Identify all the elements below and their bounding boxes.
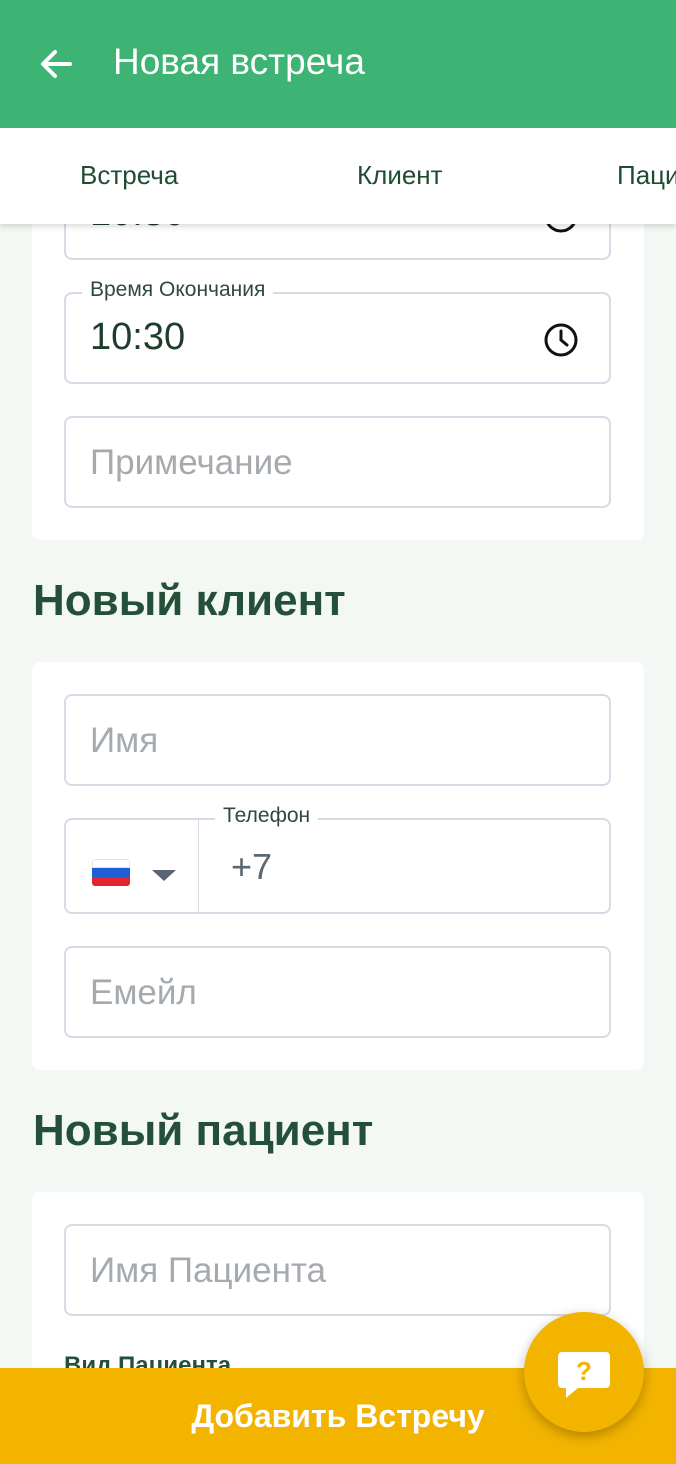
end-time-field[interactable]: Время Окончания 10:30 <box>64 278 611 384</box>
end-time-label: Время Окончания <box>82 278 274 302</box>
client-name-placeholder: Имя <box>90 721 159 760</box>
client-card: Имя Телефон +7 Емейл <box>32 662 644 1070</box>
tab-client[interactable]: Клиент <box>357 160 443 191</box>
note-placeholder: Примечание <box>90 443 293 482</box>
tab-appointment[interactable]: Встреча <box>80 160 178 191</box>
phone-label: Телефон <box>215 804 319 828</box>
email-field[interactable]: Емейл <box>64 946 611 1038</box>
app-bar: Новая встреча <box>0 0 676 128</box>
start-time-field[interactable]: 10:30 <box>64 224 611 260</box>
tab-patient[interactable]: Пациент <box>617 160 676 191</box>
russia-flag-icon <box>92 859 130 886</box>
patient-name-field[interactable]: Имя Пациента <box>64 1224 611 1316</box>
patient-section-title: Новый пациент <box>33 1106 374 1155</box>
country-selector[interactable] <box>64 818 200 914</box>
svg-text:?: ? <box>576 1356 592 1386</box>
client-name-field[interactable]: Имя <box>64 694 611 786</box>
note-field[interactable]: Примечание <box>64 416 611 508</box>
tab-bar: Встреча Клиент Пациент <box>0 128 676 224</box>
arrow-left-icon[interactable] <box>36 44 76 84</box>
email-placeholder: Емейл <box>90 973 197 1012</box>
phone-field[interactable]: Телефон +7 <box>199 804 611 914</box>
client-section-title: Новый клиент <box>33 576 346 625</box>
phone-value: +7 <box>231 846 273 887</box>
page-title: Новая встреча <box>113 41 365 82</box>
clock-icon[interactable] <box>543 224 579 234</box>
chevron-down-icon <box>152 870 176 881</box>
form-scroll-area[interactable]: 10:30 Время Окончания 10:30 Примечание Н… <box>0 224 676 1368</box>
end-time-value: 10:30 <box>90 316 186 358</box>
appointment-card: 10:30 Время Окончания 10:30 Примечание <box>32 224 644 540</box>
help-button[interactable]: ? <box>524 1312 644 1432</box>
question-chat-icon: ? <box>558 1352 610 1398</box>
clock-icon[interactable] <box>543 322 579 358</box>
start-time-value: 10:30 <box>90 224 185 235</box>
patient-name-placeholder: Имя Пациента <box>90 1251 327 1290</box>
patient-type-label: Вид Пациента <box>64 1352 232 1368</box>
